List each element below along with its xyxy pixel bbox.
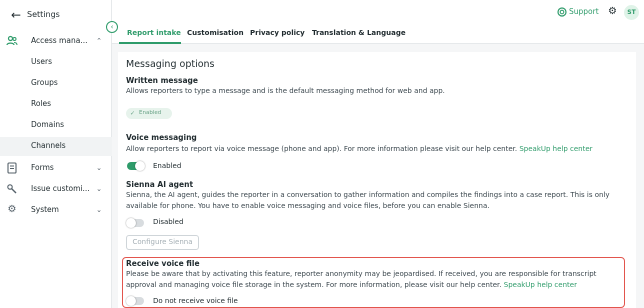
back-arrow-icon[interactable]: ← [11, 9, 23, 21]
sidebar-subitem-channels[interactable]: Channels [0, 137, 112, 156]
sidebar-subitem-groups[interactable]: Groups [0, 74, 112, 93]
voice-messaging-text: Allow reporters to report via voice mess… [126, 145, 518, 153]
lifebuoy-icon [557, 7, 567, 20]
toggle-knob [126, 218, 136, 228]
sidebar-item-forms[interactable]: Forms ⌄ [0, 158, 112, 178]
tab-customisation[interactable]: Customisation [187, 28, 244, 38]
avatar[interactable]: ST [624, 5, 639, 20]
tab-privacy-policy[interactable]: Privacy policy [250, 28, 305, 38]
voice-messaging-toggle-label: Enabled [153, 162, 182, 170]
check-circle-icon: ✓ [130, 110, 136, 117]
configure-sienna-button[interactable]: Configure Sienna [126, 235, 199, 250]
support-link[interactable]: Support [569, 7, 599, 17]
voice-messaging-toggle[interactable] [127, 161, 145, 171]
toggle-knob [135, 161, 145, 171]
gear-icon: ⚙ [7, 204, 17, 215]
voice-messaging-description: Allow reporters to report via voice mess… [126, 144, 631, 155]
sienna-toggle[interactable] [126, 218, 144, 228]
tab-report-intake[interactable]: Report intake [127, 28, 181, 38]
tools-icon [6, 183, 18, 195]
receive-voice-file-description: Please be aware that by activating this … [126, 269, 622, 290]
enabled-status-badge: ✓ Enabled [126, 108, 172, 119]
collapse-sidebar-button[interactable]: ‹ [106, 21, 118, 33]
sienna-title: Sienna AI agent [126, 180, 194, 189]
sidebar-item-label: Access mana... [31, 36, 88, 45]
form-icon [6, 162, 18, 174]
sidebar-item-system[interactable]: ⚙ System ⌄ [0, 200, 112, 220]
sidebar-subitem-domains[interactable]: Domains [0, 116, 112, 135]
chevron-down-icon: ⌄ [96, 185, 102, 193]
sidebar-subitem-label: Users [31, 57, 53, 66]
written-message-description: Allows reporters to type a message and i… [126, 87, 445, 95]
sidebar-subitem-label: Channels [31, 141, 66, 150]
sidebar-item-issue-customisation[interactable]: Issue customi... ⌄ [0, 179, 112, 199]
sidebar-item-access-management[interactable]: Access mana... ⌃ [0, 31, 112, 51]
receive-voice-file-title: Receive voice file [126, 259, 200, 268]
sidebar-title[interactable]: Settings [27, 9, 60, 21]
chevron-down-icon: ⌄ [96, 206, 102, 214]
settings-gear-icon[interactable]: ⚙ [608, 6, 617, 18]
sidebar-subitem-label: Domains [31, 120, 65, 129]
chevron-up-icon: ⌃ [96, 37, 102, 45]
sienna-toggle-label: Disabled [153, 218, 184, 226]
sidebar-subitem-users[interactable]: Users [0, 53, 112, 72]
sidebar-header: ← Settings [0, 0, 112, 30]
sienna-description: Sienna, the AI agent, guides the reporte… [126, 191, 610, 210]
tab-bar: Report intake Customisation Privacy poli… [112, 24, 644, 44]
receive-voice-file-toggle[interactable] [126, 296, 144, 306]
help-center-link[interactable]: SpeakUp help center [519, 145, 592, 153]
section-title: Messaging options [126, 59, 215, 70]
help-center-link[interactable]: SpeakUp help center [504, 281, 577, 289]
chevron-down-icon: ⌄ [96, 164, 102, 172]
receive-voice-file-toggle-label: Do not receive voice file [153, 297, 238, 305]
sidebar-subitem-label: Roles [31, 99, 52, 108]
voice-messaging-title: Voice messaging [126, 133, 197, 142]
written-message-title: Written message [126, 76, 198, 85]
top-bar: Support ⚙ ST [112, 0, 644, 24]
sidebar-item-label: System [31, 205, 59, 214]
sidebar-item-label: Forms [31, 163, 54, 172]
sidebar-item-label: Issue customi... [31, 184, 90, 193]
sidebar-subitem-label: Groups [31, 78, 58, 87]
sidebar-subitem-roles[interactable]: Roles [0, 95, 112, 114]
toggle-knob [126, 296, 136, 306]
sidebar: ← Settings Access mana... ⌃ Users Groups… [0, 0, 112, 308]
tab-translation-language[interactable]: Translation & Language [312, 28, 406, 38]
users-icon [6, 35, 18, 47]
status-badge-label: Enabled [139, 110, 162, 116]
